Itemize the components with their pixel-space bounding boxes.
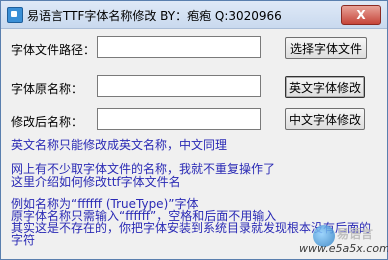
window-title: 易语言TTF字体名称修改 BY：疱疱 Q:3020966 [27, 9, 282, 23]
chinese-font-edit-button[interactable]: 中文字体修改 [285, 108, 365, 130]
font-path-input[interactable] [97, 36, 261, 58]
main-window: 易语言TTF字体名称修改 BY：疱疱 Q:3020966 X 字体文件路径： 选… [0, 0, 388, 260]
info-line-1: 英文名称只能修改成英文名称，中文同理 [11, 138, 228, 152]
original-name-label: 字体原名称： [11, 82, 84, 96]
close-button[interactable]: X [341, 5, 381, 25]
watermark-name: 易语言 [337, 227, 374, 241]
new-name-input[interactable] [97, 108, 261, 130]
select-font-file-button[interactable]: 选择字体文件 [285, 37, 367, 59]
watermark-url: www.e5a5x.com [299, 242, 388, 255]
path-label: 字体文件路径： [11, 43, 96, 57]
site-watermark: 易语言 www.e5a5x.com [299, 225, 388, 255]
app-icon [7, 7, 23, 23]
info-line-3: 这里介绍如何修改ttf字体文件名 [11, 175, 181, 189]
original-name-input[interactable] [97, 75, 261, 97]
info-line-7: 字符 [11, 233, 36, 247]
title-bar[interactable]: 易语言TTF字体名称修改 BY：疱疱 Q:3020966 X [1, 1, 387, 29]
info-line-2: 网上有不少取字体文件的名称，我就不重复操作了 [11, 162, 276, 176]
new-name-label: 修改后名称： [11, 115, 84, 129]
english-font-edit-button[interactable]: 英文字体修改 [285, 76, 365, 98]
